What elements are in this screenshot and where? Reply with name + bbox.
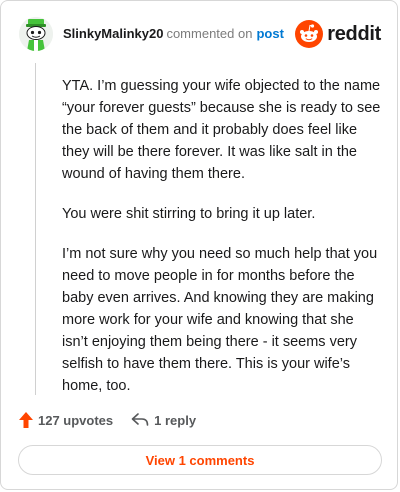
byline: SlinkyMalinky20 commented on post — [63, 26, 284, 41]
upvote-button[interactable]: 127 upvotes — [19, 412, 113, 428]
comment-paragraph: YTA. I’m guessing your wife objected to … — [62, 78, 381, 182]
action-text: commented on — [166, 26, 253, 41]
upvote-arrow-icon — [19, 412, 33, 428]
reply-button[interactable]: 1 reply — [131, 413, 196, 428]
comment-paragraph: I’m not sure why you need so much help t… — [62, 246, 378, 394]
reddit-wordmark: reddit — [327, 22, 381, 45]
thread-line[interactable] — [35, 63, 36, 395]
view-comments-button[interactable]: View 1 comments — [18, 445, 382, 475]
upvote-count: 127 upvotes — [38, 412, 114, 428]
post-link[interactable]: post — [256, 26, 283, 41]
comment-paragraph: You were shit stirring to bring it up la… — [62, 206, 316, 222]
user-avatar[interactable] — [19, 17, 53, 51]
username-link[interactable]: SlinkyMalinky20 — [63, 26, 163, 41]
reply-count: 1 reply — [154, 412, 197, 428]
reddit-logo[interactable]: reddit — [295, 19, 381, 49]
comment-body: YTA. I’m guessing your wife objected to … — [62, 75, 381, 415]
reply-arrow-icon — [131, 413, 149, 426]
reddit-logo-icon — [295, 20, 324, 48]
comment-actions: 127 upvotes 1 reply — [19, 409, 196, 431]
snoo-avatar-icon — [19, 17, 53, 51]
comment-card: SlinkyMalinky20 commented on post reddit Y… — [0, 0, 398, 490]
comment-header: SlinkyMalinky20 commented on post reddit — [19, 17, 385, 53]
